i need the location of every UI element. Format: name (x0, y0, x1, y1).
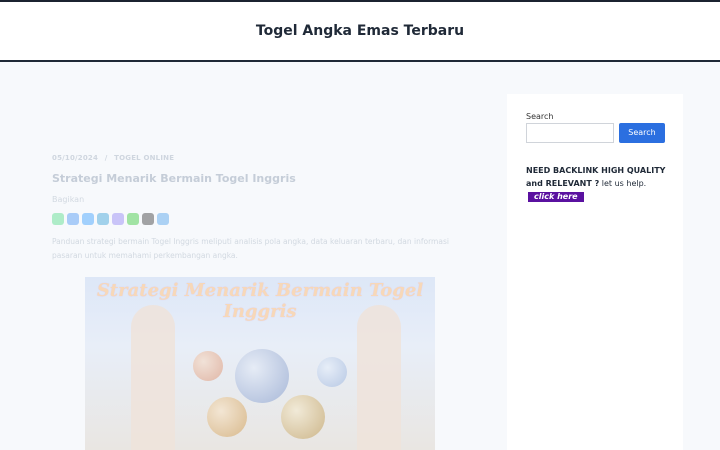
search-button[interactable]: Search (619, 123, 665, 143)
post-title[interactable]: Strategi Menarik Bermain Togel Inggris (52, 172, 472, 185)
backlink-widget: NEED BACKLINK HIGH QUALITY and RELEVANT … (526, 164, 666, 203)
click-here-link[interactable]: click here (528, 192, 584, 202)
post-excerpt: Panduan strategi bermain Togel Inggris m… (52, 237, 449, 260)
share-icon[interactable] (157, 213, 169, 225)
site-header: Togel Angka Emas Terbaru (0, 2, 720, 62)
lottery-ball (193, 351, 223, 381)
sidebar: Search Search NEED BACKLINK HIGH QUALITY… (507, 94, 683, 450)
share-buttons (52, 213, 472, 225)
post-article: 05/10/2024 / TOGEL ONLINE Strategi Menar… (52, 154, 472, 263)
lottery-ball (207, 397, 247, 437)
x-icon[interactable] (142, 213, 154, 225)
meta-separator: / (104, 154, 108, 162)
whatsapp-icon[interactable] (52, 213, 64, 225)
lottery-ball (235, 349, 289, 403)
viber-icon[interactable] (112, 213, 124, 225)
featured-image[interactable]: Strategi Menarik Bermain Togel Inggris (85, 277, 435, 450)
figure-right (357, 305, 401, 450)
search-label: Search (526, 112, 554, 121)
site-title[interactable]: Togel Angka Emas Terbaru (0, 23, 720, 39)
post-date[interactable]: 05/10/2024 (52, 154, 98, 162)
facebook-icon[interactable] (67, 213, 79, 225)
figure-left (131, 305, 175, 450)
backlink-text: let us help. (599, 179, 647, 188)
search-input[interactable] (526, 123, 614, 143)
line-icon[interactable] (127, 213, 139, 225)
post-meta: 05/10/2024 / TOGEL ONLINE (52, 154, 472, 162)
post-category[interactable]: TOGEL ONLINE (114, 154, 174, 162)
messenger-icon[interactable] (82, 213, 94, 225)
lottery-ball (317, 357, 347, 387)
telegram-icon[interactable] (97, 213, 109, 225)
share-label: Bagikan (52, 195, 85, 204)
main-content: 05/10/2024 / TOGEL ONLINE Strategi Menar… (0, 64, 720, 450)
lottery-ball (281, 395, 325, 439)
